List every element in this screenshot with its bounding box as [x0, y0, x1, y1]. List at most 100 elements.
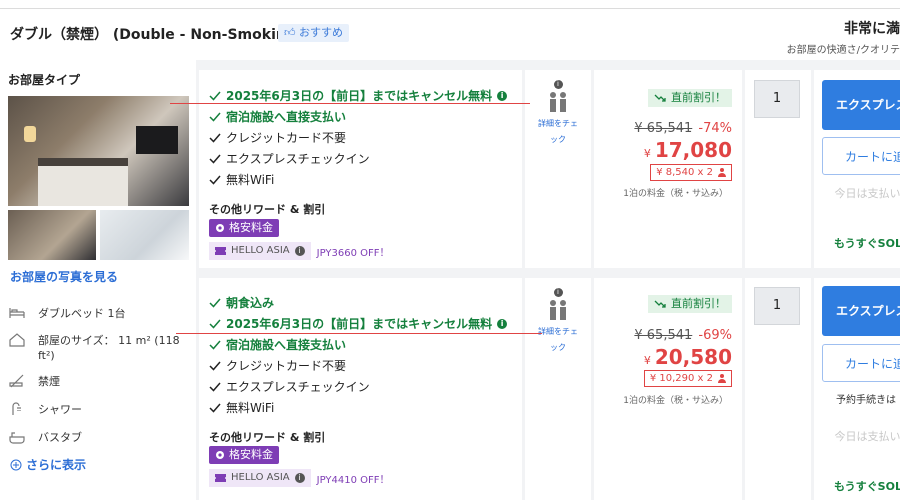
tag-label: 格安料金 — [229, 448, 273, 461]
offer-2-promo: HELLO ASIA i JPY4410 OFF！ — [209, 469, 390, 487]
offer-2-sold-out-soon: もうすぐSOL — [834, 480, 900, 493]
offer-2-rewards-title: その他リワード & 割引 — [209, 431, 326, 444]
photo-tv — [136, 126, 178, 154]
check-icon — [209, 319, 221, 329]
tag-label: 格安料金 — [229, 221, 273, 234]
feature-text: 朝食込み — [226, 296, 275, 310]
info-icon[interactable]: i — [497, 318, 508, 329]
thumbs-up-icon: 👍︎ — [284, 26, 296, 39]
photo-lamp — [24, 126, 36, 142]
amenity-nonsmoking-text: 禁煙 — [38, 375, 60, 388]
ticket-icon — [215, 247, 226, 255]
amenity-shower: シャワー — [8, 402, 82, 417]
check-icon — [209, 175, 221, 185]
offer-2-no-payment: 今日は支払い要 — [834, 430, 900, 443]
offer-2-occupancy: i 詳細をチェック — [525, 288, 591, 356]
offer-1-feature-cancel: 2025年6月3日の【前日】まではキャンセル無料 i — [209, 87, 508, 104]
check-icon — [209, 91, 221, 101]
info-icon[interactable]: i — [294, 473, 305, 483]
offer-2-feature-express: エクスプレスチェックイン — [209, 378, 370, 395]
info-icon[interactable]: i — [497, 90, 508, 101]
plus-circle-icon — [10, 459, 22, 470]
feature-text: エクスプレスチェックイン — [226, 380, 370, 394]
offer-2-qty-card: 1 — [745, 278, 811, 500]
offer-2-per-night: ¥ 10,290 x 2 — [643, 370, 732, 387]
show-more-link[interactable]: さらに表示 — [10, 456, 86, 473]
deal-label: 直前割引！ — [671, 91, 726, 104]
offer-2-price: ¥20,580 — [644, 345, 732, 369]
offer-1-occupancy: i 詳細をチェック — [525, 80, 591, 148]
trend-down-icon — [654, 300, 666, 308]
feature-text: クレジットカード不要 — [226, 359, 347, 373]
room-info-panel: お部屋タイプ お部屋の写真を見る ダブルベッド 1台 部屋のサイズ： 11 m²… — [0, 60, 196, 500]
ticket-icon — [215, 474, 226, 482]
promo-chip: HELLO ASIA i — [209, 469, 311, 487]
offer-1-deal-badge: 直前割引！ — [648, 89, 732, 107]
offer-1-booking-card: エクスプレス カートに追 今日は支払い要 もうすぐSOL — [814, 70, 900, 268]
amenity-nonsmoking: 禁煙 — [8, 374, 60, 389]
offer-2-cart-button[interactable]: カートに追 — [822, 344, 900, 382]
offer-2-feature-wifi: 無料WiFi — [209, 399, 274, 416]
offer-1-feature-wifi: 無料WiFi — [209, 171, 274, 188]
room-photo-thumb-2[interactable] — [100, 210, 189, 260]
feature-text: クレジットカード不要 — [226, 131, 347, 145]
amenity-shower-text: シャワー — [38, 403, 82, 416]
info-icon[interactable]: i — [553, 288, 563, 297]
feature-text: 無料WiFi — [226, 401, 275, 415]
room-title: ダブル（禁煙） (Double - Non-Smoking) — [10, 27, 303, 43]
offer-2-budget-tag: 格安料金 — [209, 446, 279, 464]
room-type-heading: お部屋タイプ — [8, 73, 81, 87]
offer-1-express-button[interactable]: エクスプレス — [822, 80, 900, 130]
price-amount: 17,080 — [654, 138, 732, 162]
recommended-badge: 👍︎ おすすめ — [278, 24, 349, 42]
offer-2-quantity-select[interactable]: 1 — [754, 287, 800, 325]
amenity-size-text: 部屋のサイズ： 11 m² (118 ft²) — [38, 334, 180, 362]
feature-text: 無料WiFi — [226, 173, 275, 187]
price-amount: 20,580 — [654, 345, 732, 369]
feature-text: 宿泊施設へ直接支払い — [226, 338, 347, 352]
annotation-line-1 — [170, 103, 530, 104]
offer-1-occupancy-card: i 詳細をチェック — [525, 70, 591, 268]
offer-1-no-payment: 今日は支払い要 — [834, 187, 900, 200]
offer-1-feature-card: クレジットカード不要 — [209, 129, 346, 146]
discount-percent: -69% — [698, 328, 732, 343]
bed-icon — [9, 308, 25, 318]
offer-2-express-button[interactable]: エクスプレス — [822, 286, 900, 336]
top-divider — [0, 8, 900, 9]
person-icon — [718, 168, 726, 177]
amenity-bed-text: ダブルベッド 1台 — [38, 307, 126, 320]
room-photo-main[interactable] — [8, 96, 189, 206]
currency-symbol: ¥ — [643, 147, 651, 160]
per-night-value: ¥ 10,290 x 2 — [649, 373, 713, 384]
info-icon[interactable]: i — [294, 246, 305, 256]
promo-chip: HELLO ASIA i — [209, 242, 311, 260]
promo-discount: JPY3660 OFF！ — [316, 247, 390, 259]
feature-text: エクスプレスチェックイン — [226, 152, 370, 166]
check-icon — [209, 298, 221, 308]
offer-1-cart-button[interactable]: カートに追 — [822, 137, 900, 175]
review-heading: 非常に満 — [844, 21, 900, 37]
bathtub-icon — [9, 432, 25, 444]
offer-1-budget-tag: 格安料金 — [209, 219, 279, 237]
offer-2-details-link[interactable]: 詳細をチェック — [538, 324, 578, 356]
offer-1-features-card: 2025年6月3日の【前日】まではキャンセル無料 i 宿泊施設へ直接支払い クレ… — [199, 70, 522, 268]
trend-down-icon — [654, 94, 666, 102]
check-icon — [209, 340, 221, 350]
offer-2-original-row: ¥ 65,541 -69% — [634, 328, 732, 343]
room-photo-thumb-1[interactable] — [8, 210, 96, 260]
room-photos-link[interactable]: お部屋の写真を見る — [10, 268, 118, 285]
offer-1-quantity-select[interactable]: 1 — [754, 80, 800, 118]
offer-1-feature-express: エクスプレスチェックイン — [209, 150, 370, 167]
check-icon — [209, 133, 221, 143]
review-subtitle: お部屋の快適さ/クオリテ — [786, 45, 900, 56]
check-icon — [209, 403, 221, 413]
offer-1-price: ¥17,080 — [644, 138, 732, 162]
check-icon — [209, 154, 221, 164]
offer-1-price-card: 直前割引！ ¥ 65,541 -74% ¥17,080 ¥ 8,540 x 2 … — [594, 70, 742, 268]
offer-1-promo: HELLO ASIA i JPY3660 OFF！ — [209, 242, 390, 260]
currency-symbol: ¥ — [643, 354, 651, 367]
info-icon[interactable]: i — [553, 80, 563, 89]
amenity-bathtub-text: バスタブ — [38, 431, 82, 444]
amenity-bathtub: バスタブ — [8, 430, 82, 445]
offer-1-details-link[interactable]: 詳細をチェック — [538, 116, 578, 148]
